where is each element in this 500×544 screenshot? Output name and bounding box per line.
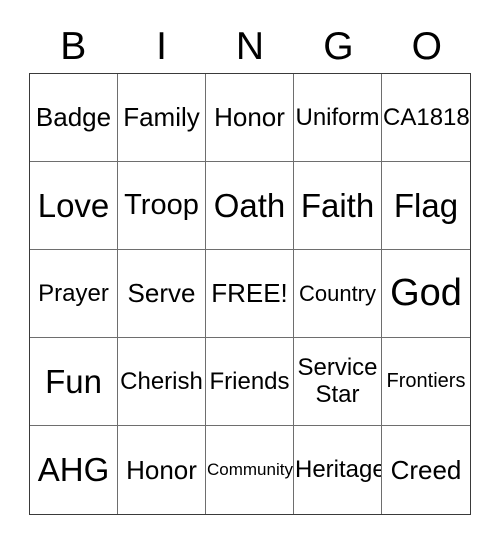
bingo-header-letter-n: N [206,22,294,70]
header-letter-text: O [411,24,442,68]
bingo-cell[interactable]: Creed [382,426,470,514]
bingo-cell-label: Honor [214,102,285,133]
bingo-cell[interactable]: Faith [294,162,382,250]
bingo-header-letter-o: O [383,22,471,70]
bingo-cell[interactable]: Friends [206,338,294,426]
bingo-cell[interactable]: Heritage [294,426,382,514]
bingo-cell-label: Country [298,280,377,306]
bingo-cell[interactable]: Oath [206,162,294,250]
bingo-cell-label: Friends [209,367,290,395]
header-letter-text: G [323,24,354,68]
bingo-cell-label: CA1818 [383,103,470,131]
bingo-cell[interactable]: Community [206,426,294,514]
bingo-cell[interactable]: Service Star [294,338,382,426]
bingo-cell-label: Honor [126,454,197,485]
bingo-header-letter-g: G [294,22,382,70]
bingo-cell-free[interactable]: FREE! [206,250,294,338]
bingo-cell[interactable]: Uniform [294,74,382,162]
bingo-card: B I N G O Badge Family Honor Uniform CA1… [0,0,500,544]
bingo-cell[interactable]: Fun [30,338,118,426]
bingo-cell[interactable]: Love [30,162,118,250]
bingo-cell[interactable]: Honor [206,74,294,162]
bingo-header-letter-b: B [29,22,117,70]
bingo-cell-label: AHG [37,451,110,489]
bingo-cell-label: Faith [300,186,375,224]
bingo-cell-label: Love [37,186,110,224]
bingo-cell-label: Flag [393,186,459,224]
bingo-cell-label: Fun [45,362,102,400]
bingo-cell-label: FREE! [211,278,288,309]
bingo-cell-label: Creed [390,454,462,485]
bingo-grid: Badge Family Honor Uniform CA1818 Love T… [29,73,471,515]
header-letter-text: I [156,24,167,68]
bingo-cell-label: Oath [213,186,286,224]
bingo-cell[interactable]: Country [294,250,382,338]
bingo-header-letter-i: I [117,22,205,70]
bingo-cell[interactable]: Honor [118,426,206,514]
bingo-cell[interactable]: Badge [30,74,118,162]
bingo-cell-label: Heritage [295,456,382,484]
header-letter-text: B [60,24,87,68]
bingo-cell-label: Frontiers [386,369,466,392]
bingo-cell-label: Troop [124,188,199,221]
bingo-cell[interactable]: CA1818 [382,74,470,162]
bingo-cell[interactable]: Flag [382,162,470,250]
bingo-cell[interactable]: AHG [30,426,118,514]
bingo-cell-label: Serve [127,278,196,309]
header-letter-text: N [235,24,265,68]
bingo-cell-label: Uniform [295,103,380,131]
bingo-cell[interactable]: Frontiers [382,338,470,426]
bingo-cell[interactable]: Cherish [118,338,206,426]
bingo-cell-label: God [390,271,462,314]
bingo-cell-label: Badge [35,102,112,133]
bingo-header-row: B I N G O [29,22,471,70]
bingo-cell[interactable]: Family [118,74,206,162]
bingo-cell[interactable]: Prayer [30,250,118,338]
bingo-cell-label: Community [207,459,293,479]
bingo-cell[interactable]: God [382,250,470,338]
bingo-cell-label: Cherish [120,367,203,395]
bingo-cell-label: Prayer [38,279,109,307]
bingo-cell[interactable]: Serve [118,250,206,338]
bingo-cell[interactable]: Troop [118,162,206,250]
bingo-cell-label: Family [123,102,200,133]
bingo-cell-label: Service Star [297,353,378,408]
